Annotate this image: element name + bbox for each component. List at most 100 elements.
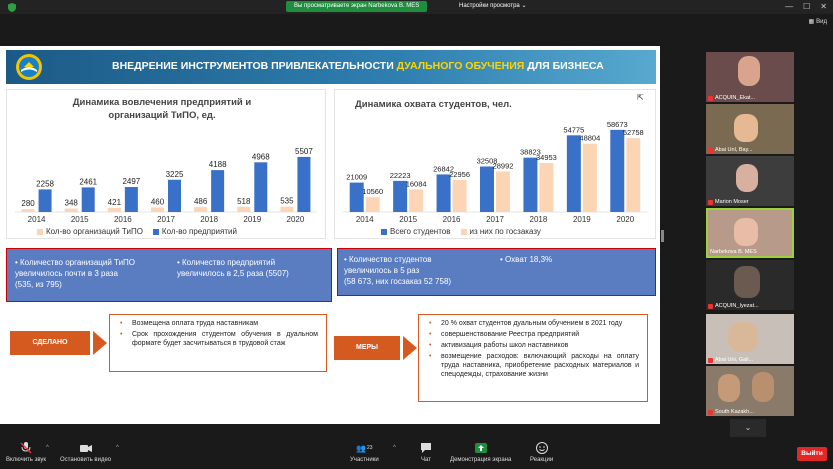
arrow-right-icon xyxy=(403,336,417,360)
summary-line: • Охват 18,3% xyxy=(500,255,553,264)
video-camera-icon xyxy=(79,445,92,452)
chart-2-plot: 2100910560201422223160842015268422295620… xyxy=(343,120,647,224)
x-tick-label: 2017 xyxy=(486,215,504,224)
mouse-cursor-icon: ⇱ xyxy=(637,93,644,102)
avatar xyxy=(752,372,774,402)
measures-item: активизация работы школ наставников xyxy=(427,341,639,350)
x-tick-label: 2014 xyxy=(28,215,46,224)
mic-muted-icon xyxy=(708,95,713,101)
data-label: 518 xyxy=(237,197,251,206)
bar xyxy=(21,209,35,212)
view-settings-button[interactable]: Настройки просмотра ⌄ xyxy=(455,1,530,12)
chevron-down-icon: ⌄ xyxy=(521,3,527,9)
share-screen-label: Демонстрация экрана xyxy=(450,457,512,463)
participant-name: South Kazakh... xyxy=(708,409,754,415)
x-tick-label: 2018 xyxy=(200,215,218,224)
summary-right: • Охват 18,3% xyxy=(500,254,552,265)
x-tick-label: 2016 xyxy=(443,215,461,224)
data-label: 535 xyxy=(280,197,294,206)
data-label: 2258 xyxy=(36,179,54,188)
bar xyxy=(539,163,554,212)
mic-muted-icon xyxy=(708,303,713,309)
students-summary-box: • Количество студентов увеличилось в 5 р… xyxy=(337,248,656,296)
chart-2-legend: Всего студентов из них по госзаказу xyxy=(381,227,541,236)
top-bar: Вы просматриваете экран Narbekova B. MES… xyxy=(0,0,833,14)
view-label: Вид xyxy=(816,18,827,25)
bar xyxy=(496,171,510,212)
maximize-icon[interactable]: ☐ xyxy=(803,0,810,14)
title-part-1: ВНЕДРЕНИЕ ИНСТРУМЕНТОВ ПРИВЛЕКАТЕЛЬНОСТИ xyxy=(112,60,397,72)
video-options-caret[interactable]: ^ xyxy=(116,445,119,451)
data-label: 3225 xyxy=(166,170,184,179)
participant-tile[interactable]: Marion Moser xyxy=(706,156,794,206)
unmute-button[interactable]: Включить звук xyxy=(6,441,46,463)
grid-icon: ▦ xyxy=(808,19,815,25)
data-label: 28992 xyxy=(493,161,514,170)
summary-line: (58 673, них госзаказ 52 758) xyxy=(344,277,452,286)
summary-left: • Количество организаций ТиПО увеличилос… xyxy=(15,257,135,290)
data-label: 48804 xyxy=(579,134,600,143)
avatar xyxy=(736,164,758,192)
participants-icon: 👥 23 xyxy=(356,443,373,453)
participant-tile[interactable]: ACQUIN_Ekat... xyxy=(706,52,794,102)
data-label: 280 xyxy=(21,199,35,208)
bar xyxy=(151,207,164,212)
smiley-icon xyxy=(535,442,548,454)
summary-line: • Количество предприятий xyxy=(177,258,276,267)
bar xyxy=(237,206,251,212)
bar xyxy=(254,162,268,212)
view-button[interactable]: ▦ Вид xyxy=(808,18,827,26)
data-label: 2461 xyxy=(79,177,97,186)
bar xyxy=(365,197,380,212)
enterprise-chart: Динамика вовлечения предприятий и органи… xyxy=(6,89,326,239)
audio-options-caret[interactable]: ^ xyxy=(46,445,49,451)
measures-item: совершенствование Реестра предприятий xyxy=(427,330,639,339)
bar xyxy=(452,179,467,212)
avatar xyxy=(734,114,758,142)
window-controls: — ☐ ✕ xyxy=(785,0,827,14)
bar xyxy=(566,135,581,212)
bar xyxy=(436,174,451,212)
title-highlight: ДУАЛЬНОГО ОБУЧЕНИЯ xyxy=(396,60,525,72)
minimize-icon[interactable]: — xyxy=(785,0,793,14)
participant-tile[interactable]: Abai Unl, Bay... xyxy=(706,104,794,154)
legend-swatch xyxy=(381,228,387,235)
reactions-button[interactable]: Реакции xyxy=(530,441,553,463)
close-icon[interactable]: ✕ xyxy=(820,0,827,14)
data-label: 4968 xyxy=(252,152,270,161)
stop-video-button[interactable]: Остановить видео xyxy=(60,441,111,463)
gallery-scroll-down-button[interactable]: ⌄ xyxy=(730,419,766,437)
students-chart: Динамика охвата студентов, чел. 21009 105… xyxy=(334,89,656,239)
measures-tag: МЕРЫ xyxy=(334,336,400,360)
participants-button[interactable]: 👥 23 Участники xyxy=(350,441,379,464)
chat-label: Чат xyxy=(421,457,431,463)
chevron-down-icon: ⌄ xyxy=(744,423,752,432)
chat-button[interactable]: Чат xyxy=(419,441,433,463)
mic-muted-icon xyxy=(708,409,713,415)
bar xyxy=(582,143,597,212)
participant-tile[interactable]: ACQUIN_Iyezat... xyxy=(706,260,794,310)
participant-tile[interactable]: South Kazakh... xyxy=(706,366,794,416)
data-label: 4188 xyxy=(209,160,227,169)
summary-line: увеличилось почти в 3 раза xyxy=(15,269,118,278)
slide-header: ВНЕДРЕНИЕ ИНСТРУМЕНТОВ ПРИВЛЕКАТЕЛЬНОСТИ… xyxy=(6,50,656,84)
chat-icon xyxy=(421,443,431,453)
share-screen-button[interactable]: Демонстрация экрана xyxy=(450,441,511,463)
reactions-label: Реакции xyxy=(530,457,554,463)
shared-slide: ВНЕДРЕНИЕ ИНСТРУМЕНТОВ ПРИВЛЕКАТЕЛЬНОСТИ… xyxy=(0,46,660,424)
done-list: Возмещена оплата труда наставникам Срок … xyxy=(109,314,327,372)
participant-name: Abai Uni, Gali... xyxy=(708,357,753,363)
arrow-right-icon xyxy=(93,331,107,355)
bar xyxy=(81,187,95,212)
summary-line: • Количество студентов xyxy=(344,255,432,264)
emblem-logo xyxy=(16,54,42,80)
done-item: Возмещена оплата труда наставникам xyxy=(118,319,318,328)
summary-line: увеличилось в 5 раз xyxy=(344,266,420,275)
participant-tile[interactable]: Abai Uni, Gali... xyxy=(706,314,794,364)
leave-button[interactable]: Выйти xyxy=(797,447,827,461)
participant-name: Marion Moser xyxy=(708,199,749,205)
done-item: Срок прохождения студентом обучения в ду… xyxy=(118,330,318,348)
participants-options-caret[interactable]: ^ xyxy=(393,445,396,451)
participant-tile-active[interactable]: Narbekova B. MES xyxy=(706,208,794,258)
split-view-handle[interactable] xyxy=(661,230,664,242)
